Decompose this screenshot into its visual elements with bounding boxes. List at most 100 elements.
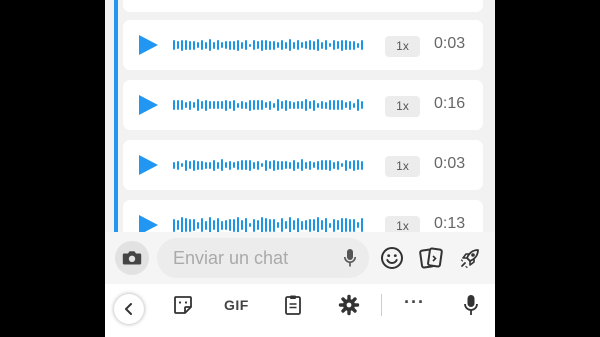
waveform-bar [241, 101, 243, 109]
waveform-bar [329, 43, 331, 47]
keyboard-back-button[interactable] [114, 294, 144, 324]
chat-message-input[interactable]: Enviar un chat [157, 238, 369, 278]
chat-area[interactable]: 1x 0:03 1x 0:16 1x 0:03 1x 0:13 [105, 0, 495, 232]
voice-note-card[interactable]: 1x 0:16 [123, 80, 483, 130]
waveform-bar [237, 39, 239, 51]
waveform-bar [285, 161, 287, 169]
waveform-bar [317, 102, 319, 108]
playback-speed-button[interactable]: 1x [385, 216, 420, 232]
keyboard-sticker-button[interactable] [172, 294, 194, 321]
camera-button[interactable] [115, 241, 149, 275]
play-icon[interactable] [139, 35, 158, 55]
voice-note-duration: 0:03 [434, 35, 466, 52]
waveform-bar [189, 100, 191, 110]
waveform-bar [309, 160, 311, 170]
voice-input-button[interactable] [463, 294, 479, 321]
waveform-bar [297, 101, 299, 109]
waveform-bar [305, 161, 307, 169]
clipboard-button[interactable] [283, 294, 303, 321]
lenses-button[interactable] [457, 245, 483, 276]
waveform[interactable] [173, 150, 365, 180]
waveform-bar [237, 160, 239, 170]
waveform-bar [217, 101, 219, 109]
waveform-bar [233, 99, 235, 111]
waveform-bar [249, 159, 251, 171]
waveform-bar [345, 102, 347, 108]
waveform-bar [337, 160, 339, 170]
waveform-bar [221, 220, 223, 230]
waveform-bar [193, 40, 195, 50]
camera-icon [122, 251, 142, 265]
waveform-bar [173, 40, 175, 50]
waveform-bar [277, 222, 279, 228]
waveform-bar [225, 220, 227, 230]
waveform-bar [201, 40, 203, 50]
keyboard-toolbar: GIF ··· [105, 284, 495, 337]
waveform-bar [193, 159, 195, 171]
waveform-bar [225, 99, 227, 111]
voice-note-card[interactable]: 1x 0:03 [123, 20, 483, 70]
waveform-bar [261, 217, 263, 232]
waveform-bar [209, 101, 211, 109]
waveform-bar [277, 160, 279, 170]
waveform[interactable] [173, 90, 365, 120]
waveform-bar [357, 160, 359, 170]
waveform-bar [297, 40, 299, 50]
stickers-button[interactable] [418, 245, 444, 276]
waveform-bar [333, 218, 335, 232]
gif-button[interactable]: GIF [224, 297, 249, 313]
more-options-button[interactable]: ··· [404, 292, 425, 313]
waveform-bar [317, 160, 319, 170]
waveform-bar [345, 40, 347, 50]
waveform-bar [345, 218, 347, 232]
play-icon[interactable] [139, 215, 158, 232]
waveform-bar [333, 100, 335, 110]
waveform-bar [317, 39, 319, 51]
waveform-bar [217, 217, 219, 232]
playback-speed-button[interactable]: 1x [385, 36, 420, 57]
waveform[interactable] [173, 210, 365, 232]
play-icon[interactable] [139, 155, 158, 175]
waveform-bar [349, 218, 351, 232]
sticker-cards-icon [419, 247, 443, 269]
mic-icon[interactable] [343, 248, 357, 268]
rocket-icon [460, 249, 479, 269]
waveform-bar [265, 40, 267, 50]
waveform-bar [229, 40, 231, 50]
waveform-bar [341, 39, 343, 51]
waveform-bar [361, 218, 363, 232]
waveform-bar [309, 40, 311, 50]
voice-note-card[interactable]: 1x 0:13 [123, 200, 483, 232]
waveform-bar [337, 220, 339, 230]
waveform-bar [213, 159, 215, 171]
waveform-bar [209, 216, 211, 232]
waveform-bar [253, 218, 255, 232]
waveform-bar [289, 161, 291, 169]
playback-speed-button[interactable]: 1x [385, 156, 420, 177]
waveform-bar [181, 39, 183, 51]
emoji-button[interactable] [380, 246, 404, 275]
waveform-bar [313, 40, 315, 50]
waveform-bar [337, 41, 339, 49]
waveform-bar [253, 40, 255, 50]
waveform-bar [269, 100, 271, 110]
waveform-bar [325, 101, 327, 109]
waveform-bar [261, 163, 263, 167]
keyboard-settings-button[interactable] [338, 294, 360, 321]
waveform-bar [341, 163, 343, 167]
playback-speed-button[interactable]: 1x [385, 96, 420, 117]
waveform-bar [257, 100, 259, 110]
waveform-bar [321, 41, 323, 49]
waveform-bar [321, 101, 323, 109]
waveform-bar [233, 162, 235, 168]
waveform-bar [353, 159, 355, 171]
waveform-bar [261, 39, 263, 51]
waveform-bar [229, 101, 231, 109]
waveform-bar [353, 40, 355, 50]
waveform-bar [281, 40, 283, 50]
waveform-bar [185, 159, 187, 171]
waveform-bar [273, 40, 275, 50]
waveform[interactable] [173, 30, 365, 60]
voice-note-card[interactable]: 1x 0:03 [123, 140, 483, 190]
play-icon[interactable] [139, 95, 158, 115]
